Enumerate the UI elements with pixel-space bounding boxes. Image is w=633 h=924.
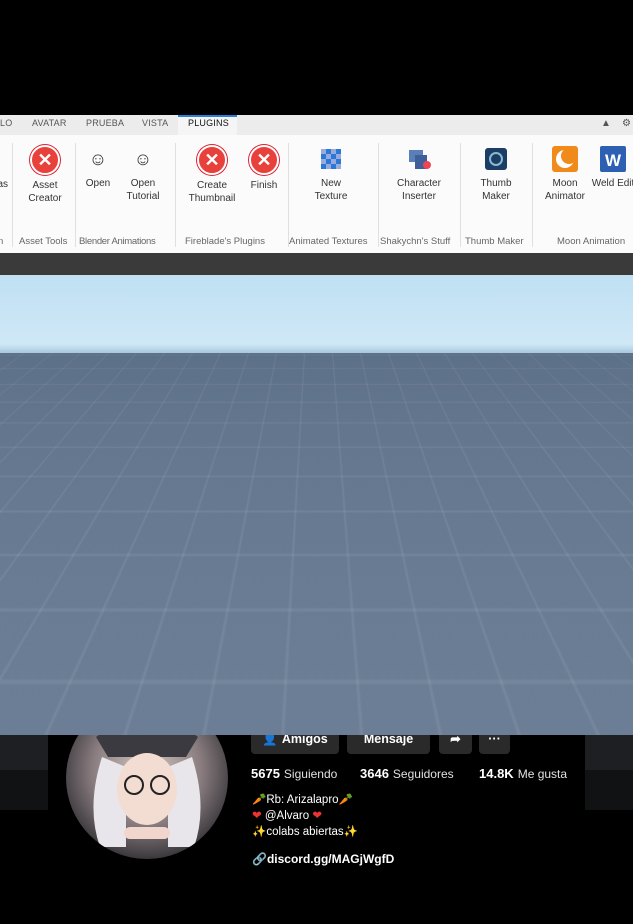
group-asset-tools: Asset Tools: [19, 236, 67, 247]
asset-creator-button[interactable]: ✕ Asset Creator: [18, 145, 72, 205]
red-x-icon: ✕: [249, 145, 279, 175]
character-icon: [405, 145, 433, 173]
studio-window: LO AVATAR PRUEBA VISTA PLUGINS ▲ ⚙ as ✕ …: [0, 115, 633, 275]
link-icon: 🔗: [252, 852, 267, 866]
profile-card: ._.sidney._ ♥ Sidney ♥ 👤 Amigos Mensaje ➦…: [48, 672, 585, 870]
carrot-icon: 🥕: [339, 794, 353, 806]
share-icon: ➦: [450, 732, 460, 746]
likes-stat: 14.8K Me gusta: [479, 766, 567, 781]
group-label-partial: n: [0, 236, 3, 247]
create-thumbnail-button[interactable]: ✕ Create Thumbnail: [185, 145, 239, 205]
avatar-character[interactable]: [198, 453, 268, 578]
moon-animator-button[interactable]: Moon Animator: [538, 145, 592, 203]
more-icon: ···: [488, 732, 501, 746]
weld-edit-button[interactable]: W Weld Edit: [586, 145, 633, 190]
tab-plugins[interactable]: PLUGINS: [188, 118, 229, 128]
viewport-3d[interactable]: [0, 275, 633, 735]
friends-button[interactable]: 👤 Amigos: [251, 724, 339, 754]
tab-prueba[interactable]: PRUEBA: [86, 118, 124, 128]
face-icon: ☺: [84, 145, 112, 173]
following-stat[interactable]: 5675 Siguiendo: [251, 766, 337, 781]
tab-bar: LO AVATAR PRUEBA VISTA PLUGINS ▲ ⚙: [0, 115, 633, 135]
bio-line: ❤ @Alvaro ❤: [252, 808, 322, 822]
sun-decal-icon: [0, 505, 188, 577]
decal-plate[interactable]: [0, 505, 188, 577]
heart-icon: ♥: [346, 696, 354, 711]
profile-link[interactable]: 🔗discord.gg/MAGjWgfD: [252, 852, 394, 866]
share-button[interactable]: ➦: [439, 724, 472, 754]
heart-icon: ❤: [252, 810, 262, 822]
tab-vista[interactable]: VISTA: [142, 118, 168, 128]
sparkles-icon: ✨: [252, 826, 266, 838]
bio-line: ✨colabs abiertas✨: [252, 824, 358, 838]
toolbar-strip: [0, 253, 633, 275]
thumb-maker-button[interactable]: Thumb Maker: [469, 145, 523, 203]
heart-icon: ❤: [312, 810, 322, 822]
group-moon-animation: Moon Animation: [557, 236, 625, 247]
group-thumb-maker: Thumb Maker: [465, 236, 524, 247]
red-x-icon: ✕: [30, 145, 60, 175]
carrot-icon: 🥕: [252, 794, 266, 806]
svg-text:W: W: [605, 151, 622, 170]
character-inserter-button[interactable]: Character Inserter: [389, 145, 449, 203]
group-shakychns-stuff: Shakychn's Stuff: [380, 236, 450, 247]
tab-avatar[interactable]: AVATAR: [32, 118, 67, 128]
group-fireblades-plugins: Fireblade's Plugins: [185, 236, 265, 247]
bio-line: 🥕Rb: Arizalapro🥕: [252, 792, 353, 806]
message-button[interactable]: Mensaje: [347, 724, 430, 754]
open-tutorial-button[interactable]: ☺ Open Tutorial: [116, 145, 170, 203]
red-x-icon: ✕: [197, 145, 227, 175]
w-icon: W: [599, 145, 627, 173]
sparkles-icon: ✨: [344, 826, 358, 838]
moon-icon: [551, 145, 579, 173]
tab-modelo[interactable]: LO: [0, 118, 12, 128]
baseplate-grid: [0, 275, 633, 353]
profile-username: ._.sidney._: [250, 695, 334, 713]
group-blender-animations: Blender Animations: [79, 236, 155, 247]
more-button[interactable]: ···: [479, 724, 510, 754]
partial-button-label[interactable]: as: [0, 178, 8, 191]
checker-icon: [317, 145, 345, 173]
plugins-ribbon: as ✕ Asset Creator ☺ Open ☺ Open Tutoria…: [0, 135, 633, 254]
camera-icon: [482, 145, 510, 173]
profile-nickname: Sidney: [361, 696, 401, 711]
user-check-icon: 👤: [262, 732, 278, 746]
settings-icon[interactable]: ⚙: [622, 118, 631, 129]
collapse-ribbon-icon[interactable]: ▲: [601, 118, 611, 129]
avatar[interactable]: [66, 697, 228, 859]
followers-stat[interactable]: 3646 Seguidores: [360, 766, 454, 781]
group-animated-textures: Animated Textures: [289, 236, 368, 247]
face-icon: ☺: [129, 145, 157, 173]
heart-icon: ♥: [410, 696, 418, 711]
new-texture-button[interactable]: New Texture: [304, 145, 358, 203]
finish-button[interactable]: ✕ Finish: [237, 145, 291, 192]
